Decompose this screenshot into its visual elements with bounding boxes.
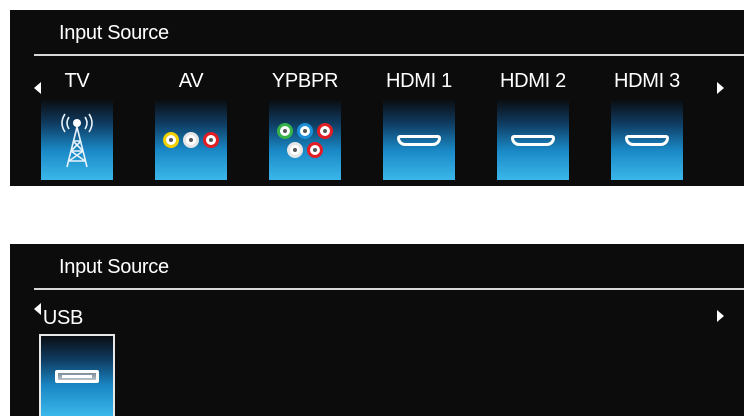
title-divider [34,288,744,290]
source-label: USB [42,307,84,329]
source-label: YPBPR [271,70,339,92]
hdmi-port-icon [625,134,669,146]
hdmi-port-icon [511,134,555,146]
source-tile[interactable] [611,100,683,180]
hdmi-port-icon [397,134,441,146]
usb-port-icon [55,369,99,383]
source-label: HDMI 1 [386,70,452,92]
source-tile[interactable] [39,334,115,416]
source-tile[interactable] [497,100,569,180]
title-divider [34,54,744,56]
scroll-right-arrow-icon[interactable] [717,82,724,94]
antenna-tower-icon [61,113,93,168]
blue-jack-icon [297,122,313,139]
source-label: TV [64,70,90,92]
source-label: AV [178,70,204,92]
input-source-menu: Input Source USB [10,244,744,416]
white-jack-icon [287,141,303,158]
green-jack-icon [277,122,293,139]
menu-title: Input Source [59,256,169,278]
source-tile[interactable] [383,100,455,180]
red-jack-icon [203,132,219,148]
scroll-right-arrow-icon[interactable] [717,310,724,322]
source-tile[interactable] [269,100,341,180]
source-tile[interactable] [41,100,113,180]
source-label: HDMI 3 [614,70,680,92]
yellow-jack-icon [163,132,179,148]
red-jack-icon [307,141,323,158]
input-source-menu: Input Source TV AV YPBPR HDMI 1 HDMI 2 H… [10,10,744,186]
red-jack-icon [317,122,333,139]
source-tile[interactable] [155,100,227,180]
white-jack-icon [183,132,199,148]
source-label: HDMI 2 [500,70,566,92]
composite-av-jacks-icon [161,132,221,148]
component-ypbpr-jacks-icon [275,122,335,158]
menu-title: Input Source [59,22,169,44]
